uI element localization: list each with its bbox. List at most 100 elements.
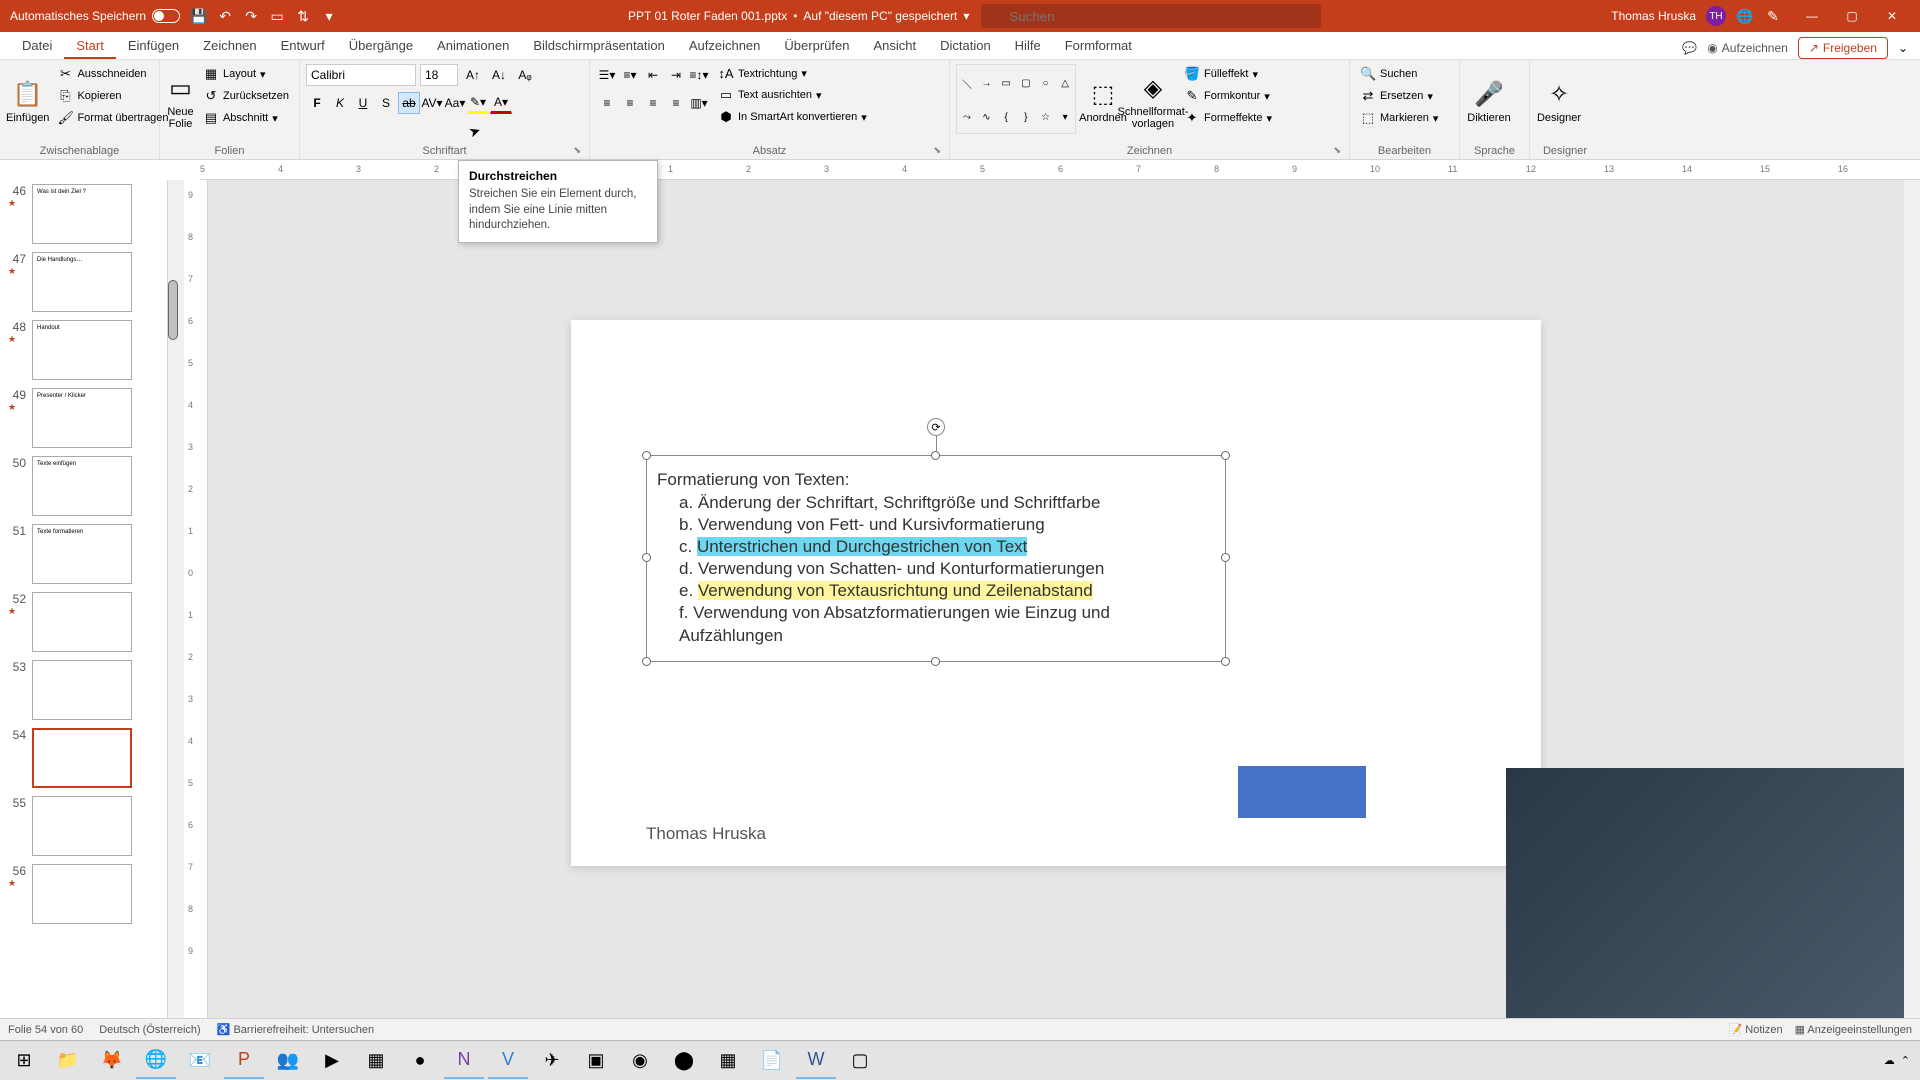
- record-button[interactable]: ◉ Aufzeichnen: [1707, 41, 1788, 55]
- slide-thumbnail[interactable]: 50Texte einfügen: [0, 452, 167, 520]
- decrease-font-icon[interactable]: A↓: [488, 64, 510, 86]
- close-icon[interactable]: ✕: [1872, 0, 1912, 32]
- tab-animationen[interactable]: Animationen: [425, 34, 521, 59]
- onenote-icon[interactable]: N: [444, 1043, 484, 1079]
- obs-icon[interactable]: ⬤: [664, 1043, 704, 1079]
- explorer-icon[interactable]: 📁: [48, 1043, 88, 1079]
- slide-thumbnail-panel[interactable]: 46★Was ist dein Ziel ?47★Die Handlungs…4…: [0, 180, 168, 1018]
- shape-rrect-icon[interactable]: ▢: [1021, 78, 1030, 89]
- drawing-dialog-launcher-icon[interactable]: ⬊: [1333, 145, 1341, 156]
- font-name-input[interactable]: [306, 64, 416, 86]
- tab-start[interactable]: Start: [64, 34, 115, 59]
- resize-handle[interactable]: [931, 657, 940, 666]
- slide-thumbnail[interactable]: 52★: [0, 588, 167, 656]
- line-spacing-button[interactable]: ≡↕▾: [688, 64, 710, 86]
- slide-thumbnail[interactable]: 47★Die Handlungs…: [0, 248, 167, 316]
- slide-thumbnail[interactable]: 46★Was ist dein Ziel ?: [0, 180, 167, 248]
- undo-icon[interactable]: ↶: [216, 7, 234, 25]
- slide-thumbnail[interactable]: 53: [0, 656, 167, 724]
- text-direction-button[interactable]: ↕ATextrichtung▾: [714, 64, 871, 83]
- align-center-button[interactable]: ≡: [619, 92, 641, 114]
- powerpoint-icon[interactable]: P: [224, 1043, 264, 1079]
- quick-styles-button[interactable]: ◈Schnellformat-vorlagen: [1130, 64, 1176, 139]
- slide[interactable]: ⟳ Formatierung von Texten: a. Änderung d…: [571, 320, 1541, 866]
- format-painter-button[interactable]: 🖌Format übertragen: [53, 108, 172, 128]
- slideshow-start-icon[interactable]: ▭: [268, 7, 286, 25]
- ink-icon[interactable]: ✎: [1764, 7, 1782, 25]
- align-text-button[interactable]: ▭Text ausrichten▾: [714, 85, 871, 105]
- highlight-button[interactable]: ✎▾: [467, 92, 489, 114]
- toggle-switch-icon[interactable]: [152, 9, 180, 23]
- resize-handle[interactable]: [931, 451, 940, 460]
- qat-customize-icon[interactable]: ▾: [320, 7, 338, 25]
- tab-einfügen[interactable]: Einfügen: [116, 34, 191, 59]
- strikethrough-button[interactable]: ab: [398, 92, 420, 114]
- cut-button[interactable]: ✂Ausschneiden: [53, 64, 172, 84]
- tab-datei[interactable]: Datei: [10, 34, 64, 59]
- slide-counter[interactable]: Folie 54 von 60: [8, 1024, 83, 1036]
- shape-curve-icon[interactable]: ∿: [982, 112, 990, 123]
- italic-button[interactable]: K: [329, 92, 351, 114]
- shape-oval-icon[interactable]: ○: [1042, 78, 1048, 89]
- resize-handle[interactable]: [642, 657, 651, 666]
- resize-handle[interactable]: [1221, 657, 1230, 666]
- shape-lbrace-icon[interactable]: {: [1004, 112, 1007, 123]
- copy-button[interactable]: ⎘Kopieren: [53, 86, 172, 106]
- shape-line-icon[interactable]: ＼: [962, 76, 972, 91]
- minimize-icon[interactable]: —: [1792, 0, 1832, 32]
- change-case-button[interactable]: Aa▾: [444, 92, 466, 114]
- clear-format-icon[interactable]: Aᵩ: [514, 64, 536, 86]
- dictate-button[interactable]: 🎤Diktieren: [1466, 64, 1512, 139]
- shape-fill-button[interactable]: 🪣Fülleffekt▾: [1180, 64, 1276, 84]
- search-box[interactable]: [981, 4, 1321, 28]
- char-spacing-button[interactable]: AV▾: [421, 92, 443, 114]
- new-slide-button[interactable]: ▭Neue Folie: [166, 64, 195, 139]
- app-icon[interactable]: ▢: [840, 1043, 880, 1079]
- tab-aufzeichnen[interactable]: Aufzeichnen: [677, 34, 773, 59]
- resize-handle[interactable]: [642, 553, 651, 562]
- comments-icon[interactable]: 💬: [1682, 41, 1697, 55]
- shape-rbrace-icon[interactable]: }: [1024, 112, 1027, 123]
- slide-canvas-area[interactable]: ⟳ Formatierung von Texten: a. Änderung d…: [208, 180, 1904, 1018]
- selected-textbox[interactable]: ⟳ Formatierung von Texten: a. Änderung d…: [646, 455, 1226, 662]
- bold-button[interactable]: F: [306, 92, 328, 114]
- tab-zeichnen[interactable]: Zeichnen: [191, 34, 268, 59]
- resize-handle[interactable]: [1221, 451, 1230, 460]
- shape-effects-button[interactable]: ✦Formeffekte▾: [1180, 108, 1276, 128]
- resize-handle[interactable]: [1221, 553, 1230, 562]
- app-icon[interactable]: ●: [400, 1043, 440, 1079]
- app-icon[interactable]: ▦: [708, 1043, 748, 1079]
- vertical-ruler[interactable]: 9876543210123456789: [184, 180, 208, 1018]
- telegram-icon[interactable]: ✈: [532, 1043, 572, 1079]
- app-icon[interactable]: 📄: [752, 1043, 792, 1079]
- tray-cloud-icon[interactable]: ☁: [1884, 1054, 1895, 1067]
- shapes-gallery[interactable]: ＼→▭▢○△ ⤳∿{}☆▾: [956, 64, 1076, 134]
- teams-icon[interactable]: 👥: [268, 1043, 308, 1079]
- numbering-button[interactable]: ≡▾: [619, 64, 641, 86]
- increase-font-icon[interactable]: A↑: [462, 64, 484, 86]
- shape-star-icon[interactable]: ☆: [1041, 112, 1050, 123]
- tray-chevron-icon[interactable]: ⌃: [1901, 1054, 1910, 1067]
- tab-hilfe[interactable]: Hilfe: [1003, 34, 1053, 59]
- find-button[interactable]: 🔍Suchen: [1356, 64, 1442, 84]
- slide-thumbnail[interactable]: 55: [0, 792, 167, 860]
- slide-thumbnail[interactable]: 56★: [0, 860, 167, 928]
- layout-button[interactable]: ▦Layout▾: [199, 64, 293, 84]
- app-icon[interactable]: ▦: [356, 1043, 396, 1079]
- tab-entwurf[interactable]: Entwurf: [269, 34, 337, 59]
- tab-ansicht[interactable]: Ansicht: [861, 34, 928, 59]
- underline-button[interactable]: U: [352, 92, 374, 114]
- shape-arrow-icon[interactable]: →: [981, 78, 991, 89]
- language-indicator[interactable]: Deutsch (Österreich): [99, 1024, 200, 1036]
- accessibility-status[interactable]: ♿ Barrierefreiheit: Untersuchen: [217, 1023, 374, 1036]
- tab-formformat[interactable]: Formformat: [1053, 34, 1144, 59]
- bullets-button[interactable]: ☰▾: [596, 64, 618, 86]
- shape-rect-icon[interactable]: ▭: [1001, 78, 1010, 89]
- ribbon-collapse-icon[interactable]: ⌄: [1898, 41, 1908, 55]
- visio-icon[interactable]: V: [488, 1043, 528, 1079]
- word-icon[interactable]: W: [796, 1043, 836, 1079]
- autosave-toggle[interactable]: Automatisches Speichern: [10, 9, 180, 23]
- select-button[interactable]: ⬚Markieren▾: [1356, 108, 1442, 128]
- chrome-icon[interactable]: 🌐: [136, 1043, 176, 1079]
- shape-outline-button[interactable]: ✎Formkontur▾: [1180, 86, 1276, 106]
